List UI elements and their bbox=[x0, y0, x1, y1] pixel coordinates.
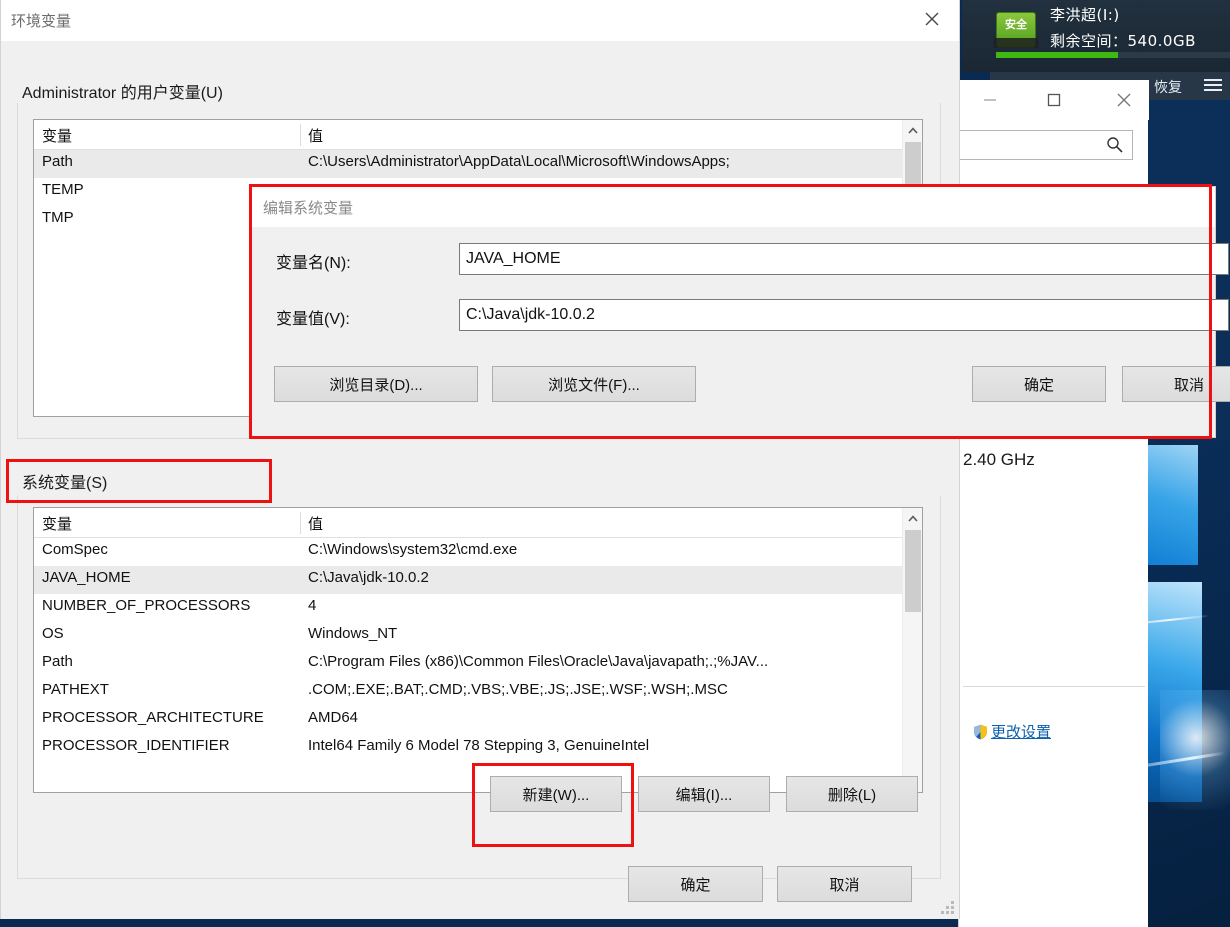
cell-variable-value: .COM;.EXE;.BAT;.CMD;.VBS;.VBE;.JS;.JSE;.… bbox=[308, 681, 728, 698]
minimize-icon[interactable] bbox=[967, 80, 1013, 120]
cell-variable-value: Intel64 Family 6 Model 78 Stepping 3, Ge… bbox=[308, 737, 650, 754]
table-row[interactable]: OS Windows_NT bbox=[34, 622, 922, 650]
disk-space-widget[interactable]: 安全 李洪超(I:) 剩余空间：540.0GB bbox=[962, 0, 1230, 72]
edit-cancel-button[interactable]: 取消 bbox=[1122, 366, 1230, 402]
cell-variable-name: NUMBER_OF_PROCESSORS bbox=[42, 597, 251, 614]
edit-system-variable-dialog: 编辑系统变量 变量名(N): JAVA_HOME 变量值(V): C:\Java… bbox=[251, 186, 1230, 438]
scroll-up-icon[interactable] bbox=[903, 508, 923, 528]
column-header-value[interactable]: 值 bbox=[308, 125, 323, 146]
table-row[interactable]: NUMBER_OF_PROCESSORS 4 bbox=[34, 594, 922, 622]
wallpaper-glow bbox=[1160, 690, 1230, 810]
variable-name-input[interactable]: JAVA_HOME bbox=[459, 243, 1229, 275]
table-row[interactable]: PROCESSOR_IDENTIFIER Intel64 Family 6 Mod… bbox=[34, 734, 922, 762]
browse-directory-button[interactable]: 浏览目录(D)... bbox=[274, 366, 478, 402]
close-icon[interactable] bbox=[909, 0, 955, 39]
close-icon[interactable] bbox=[1101, 80, 1147, 120]
disk-usage-bar-track bbox=[996, 52, 1230, 58]
delete-system-variable-button[interactable]: 删除(L) bbox=[786, 776, 918, 812]
variable-value-label: 变量值(V): bbox=[276, 311, 350, 328]
maximize-icon[interactable] bbox=[1031, 80, 1077, 120]
system-variables-table[interactable]: 变量 值 ComSpec C:\Windows\system32\cmd.exe J… bbox=[33, 507, 923, 793]
variable-name-label: 变量名(N): bbox=[276, 255, 351, 272]
scroll-thumb[interactable] bbox=[905, 530, 921, 612]
env-dialog-body: Administrator 的用户变量(U) 变量 值 Path C:\Users… bbox=[1, 41, 959, 919]
cell-variable-name: OS bbox=[42, 625, 64, 642]
search-icon[interactable] bbox=[1106, 136, 1124, 159]
hamburger-menu-icon[interactable] bbox=[1204, 79, 1222, 93]
cell-variable-name: ComSpec bbox=[42, 541, 108, 558]
system-variables-group-label: 系统变量(S) bbox=[22, 475, 108, 492]
cell-variable-name: PROCESSOR_IDENTIFIER bbox=[42, 737, 230, 754]
column-separator[interactable] bbox=[300, 512, 301, 534]
table-row[interactable]: Path C:\Program Files (x86)\Common Files\… bbox=[34, 650, 922, 678]
cell-variable-value: C:\Windows\system32\cmd.exe bbox=[308, 541, 518, 558]
column-header-value[interactable]: 值 bbox=[308, 513, 323, 534]
disk-usage-bar-fill bbox=[996, 52, 1118, 58]
cancel-button[interactable]: 取消 bbox=[777, 866, 912, 902]
resize-grip[interactable] bbox=[941, 901, 955, 915]
edit-system-variable-button[interactable]: 编辑(I)... bbox=[638, 776, 770, 812]
cell-variable-name: JAVA_HOME bbox=[42, 569, 131, 586]
new-system-variable-button[interactable]: 新建(W)... bbox=[490, 776, 622, 812]
browse-file-button[interactable]: 浏览文件(F)... bbox=[492, 366, 696, 402]
environment-variables-dialog: 环境变量 Administrator 的用户变量(U) 变量 值 Path C:\… bbox=[0, 0, 960, 919]
edit-dialog-body: 变量名(N): JAVA_HOME 变量值(V): C:\Java\jdk-10… bbox=[252, 227, 1230, 437]
shield-icon bbox=[973, 724, 988, 740]
toolbar-restore-label[interactable]: 恢复 bbox=[1154, 77, 1182, 97]
table-row[interactable]: PATHEXT .COM;.EXE;.BAT;.CMD;.VBS;.VBE;.JS… bbox=[34, 678, 922, 706]
cell-variable-value: C:\Users\Administrator\AppData\Local\Mic… bbox=[308, 153, 730, 170]
env-dialog-titlebar: 环境变量 bbox=[1, 0, 959, 41]
edit-dialog-titlebar: 编辑系统变量 bbox=[252, 187, 1215, 227]
cell-variable-name: TEMP bbox=[42, 181, 84, 198]
column-header-variable[interactable]: 变量 bbox=[42, 513, 72, 534]
table-row[interactable]: PROCESSOR_ARCHITECTURE AMD64 bbox=[34, 706, 922, 734]
column-separator[interactable] bbox=[300, 124, 301, 146]
table-row[interactable]: JAVA_HOME C:\Java\jdk-10.0.2 bbox=[34, 566, 922, 594]
variable-value-input[interactable]: C:\Java\jdk-10.0.2 bbox=[459, 299, 1229, 331]
cell-variable-name: PATHEXT bbox=[42, 681, 109, 698]
cpu-speed-value: 2.40 GHz bbox=[963, 450, 1035, 469]
system-variables-table-header: 变量 值 bbox=[34, 508, 922, 538]
disk-free-space-label: 剩余空间：540.0GB bbox=[1050, 32, 1196, 50]
change-settings-label: 更改设置 bbox=[991, 723, 1052, 741]
user-variables-group-label: Administrator 的用户变量(U) bbox=[22, 85, 223, 102]
cell-variable-value: C:\Java\jdk-10.0.2 bbox=[308, 569, 429, 586]
ok-button[interactable]: 确定 bbox=[628, 866, 763, 902]
scroll-up-icon[interactable] bbox=[903, 120, 923, 140]
security-disk-icon: 安全 bbox=[994, 8, 1038, 52]
sysinfo-divider bbox=[963, 686, 1145, 687]
table-row[interactable]: Path C:\Users\Administrator\AppData\Local… bbox=[34, 150, 922, 178]
column-header-variable[interactable]: 变量 bbox=[42, 125, 72, 146]
env-dialog-title: 环境变量 bbox=[11, 12, 72, 30]
search-input[interactable] bbox=[941, 130, 1133, 160]
cell-variable-name: PROCESSOR_ARCHITECTURE bbox=[42, 709, 264, 726]
system-info-titlebar bbox=[959, 80, 1149, 120]
cell-variable-name: Path bbox=[42, 653, 73, 670]
cell-variable-value: AMD64 bbox=[308, 709, 359, 726]
cell-variable-value: 4 bbox=[308, 597, 317, 614]
change-settings-link[interactable]: 更改设置 bbox=[973, 721, 1051, 742]
cell-variable-name: Path bbox=[42, 153, 73, 170]
cell-variable-value: Windows_NT bbox=[308, 625, 398, 642]
edit-dialog-title: 编辑系统变量 bbox=[263, 199, 354, 217]
system-variables-rows: ComSpec C:\Windows\system32\cmd.exe JAVA_H… bbox=[34, 538, 922, 792]
system-table-scrollbar[interactable] bbox=[902, 508, 922, 792]
table-row[interactable]: ComSpec C:\Windows\system32\cmd.exe bbox=[34, 538, 922, 566]
user-variables-table-header: 变量 值 bbox=[34, 120, 922, 150]
edit-ok-button[interactable]: 确定 bbox=[972, 366, 1106, 402]
cell-variable-value: C:\Program Files (x86)\Common Files\Orac… bbox=[308, 653, 769, 670]
disk-name-label: 李洪超(I:) bbox=[1050, 6, 1120, 24]
cell-variable-name: TMP bbox=[42, 209, 74, 226]
security-disk-icon-label: 安全 bbox=[1005, 19, 1027, 31]
